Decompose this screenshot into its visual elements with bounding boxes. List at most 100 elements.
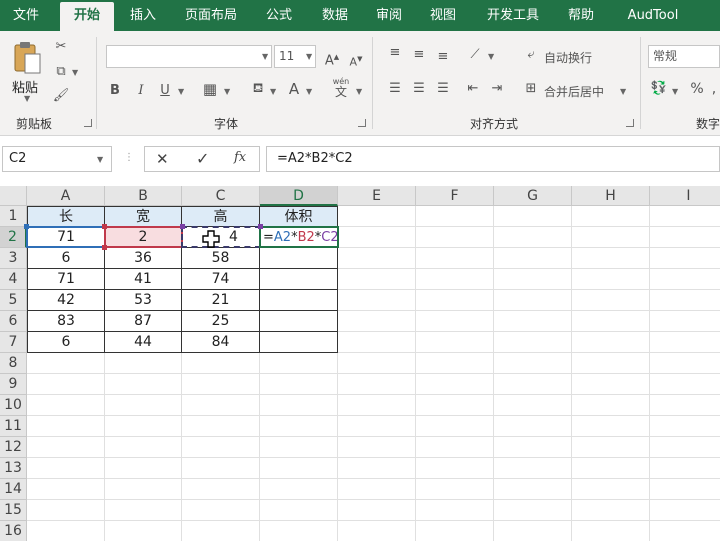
empty-cell[interactable] <box>105 500 182 521</box>
empty-cell[interactable] <box>182 374 260 395</box>
empty-cell[interactable] <box>260 479 338 500</box>
empty-cell[interactable] <box>572 311 650 332</box>
column-header-g[interactable]: G <box>494 186 572 206</box>
align-bottom-icon[interactable]: ≡ <box>434 49 452 65</box>
phonetic-dropdown-icon[interactable]: ▼ <box>356 87 362 96</box>
empty-cell[interactable] <box>494 500 572 521</box>
empty-cell[interactable] <box>338 374 416 395</box>
empty-cell[interactable] <box>572 395 650 416</box>
orientation-icon[interactable]: ⟋ <box>466 47 484 63</box>
empty-cell[interactable] <box>572 416 650 437</box>
empty-cell[interactable] <box>260 500 338 521</box>
column-header-d[interactable]: D <box>260 186 338 206</box>
empty-cell[interactable] <box>338 311 416 332</box>
column-header-b[interactable]: B <box>105 186 182 206</box>
bold-button[interactable]: B <box>108 83 122 99</box>
ref-handle[interactable] <box>102 245 107 250</box>
empty-cell[interactable] <box>416 458 494 479</box>
tab-insert[interactable]: 插入 <box>120 0 166 31</box>
copy-icon[interactable]: ⧉ <box>52 64 70 80</box>
underline-button[interactable]: U <box>158 83 172 99</box>
empty-cell[interactable] <box>494 269 572 290</box>
empty-cell[interactable] <box>260 521 338 541</box>
empty-cell[interactable] <box>572 269 650 290</box>
font-color-icon[interactable]: A <box>286 81 302 97</box>
align-right-icon[interactable]: ☰ <box>434 81 452 97</box>
empty-cell[interactable] <box>572 206 650 227</box>
cell-c7[interactable]: 84 <box>182 332 260 353</box>
empty-cell[interactable] <box>416 395 494 416</box>
empty-cell[interactable] <box>572 458 650 479</box>
empty-cell[interactable] <box>416 479 494 500</box>
empty-cell[interactable] <box>182 416 260 437</box>
empty-cell[interactable] <box>27 500 105 521</box>
empty-cell[interactable] <box>27 395 105 416</box>
row-header-10[interactable]: 10 <box>0 395 27 416</box>
row-header-4[interactable]: 4 <box>0 269 27 290</box>
empty-cell[interactable] <box>260 374 338 395</box>
row-header-15[interactable]: 15 <box>0 500 27 521</box>
cell-d6[interactable] <box>260 311 338 332</box>
column-header-e[interactable]: E <box>338 186 416 206</box>
empty-cell[interactable] <box>650 374 720 395</box>
clipboard-launcher-icon[interactable] <box>84 119 92 127</box>
empty-cell[interactable] <box>260 416 338 437</box>
increase-font-icon[interactable]: A▲ <box>322 49 342 69</box>
empty-cell[interactable] <box>650 206 720 227</box>
accounting-dropdown-icon[interactable]: ▼ <box>672 87 678 96</box>
cell-d3[interactable] <box>260 248 338 269</box>
empty-cell[interactable] <box>494 437 572 458</box>
merge-center-button[interactable]: 合并后居中 <box>544 83 604 100</box>
empty-cell[interactable] <box>572 227 650 248</box>
ref-handle[interactable] <box>24 224 29 229</box>
empty-cell[interactable] <box>650 458 720 479</box>
merge-dropdown-icon[interactable]: ▼ <box>620 87 626 96</box>
empty-cell[interactable] <box>650 521 720 541</box>
cell-a6[interactable]: 83 <box>27 311 105 332</box>
borders-dropdown-icon[interactable]: ▼ <box>224 87 230 96</box>
empty-cell[interactable] <box>182 521 260 541</box>
row-header-16[interactable]: 16 <box>0 521 27 541</box>
empty-cell[interactable] <box>260 395 338 416</box>
empty-cell[interactable] <box>416 206 494 227</box>
empty-cell[interactable] <box>182 479 260 500</box>
cell-c4[interactable]: 74 <box>182 269 260 290</box>
tab-audtool[interactable]: AudTool <box>614 0 692 31</box>
empty-cell[interactable] <box>27 353 105 374</box>
empty-cell[interactable] <box>416 437 494 458</box>
empty-cell[interactable] <box>416 269 494 290</box>
empty-cell[interactable] <box>416 374 494 395</box>
row-header-1[interactable]: 1 <box>0 206 27 227</box>
empty-cell[interactable] <box>338 332 416 353</box>
empty-cell[interactable] <box>650 479 720 500</box>
empty-cell[interactable] <box>494 248 572 269</box>
format-painter-icon[interactable]: 🖌 <box>52 88 70 104</box>
empty-cell[interactable] <box>650 353 720 374</box>
empty-cell[interactable] <box>572 248 650 269</box>
align-left-icon[interactable]: ☰ <box>386 81 404 97</box>
empty-cell[interactable] <box>416 500 494 521</box>
ref-handle[interactable] <box>180 224 185 229</box>
empty-cell[interactable] <box>338 458 416 479</box>
cell-d1[interactable]: 体积 <box>260 206 338 227</box>
row-header-11[interactable]: 11 <box>0 416 27 437</box>
number-format-select[interactable]: 常规 <box>648 45 720 68</box>
tab-home[interactable]: 开始 <box>60 2 114 31</box>
paste-icon[interactable] <box>12 41 42 75</box>
font-name-dropdown-icon[interactable]: ▼ <box>262 52 268 61</box>
font-size-dropdown-icon[interactable]: ▼ <box>306 52 312 61</box>
tab-page-layout[interactable]: 页面布局 <box>176 0 246 31</box>
comma-style-icon[interactable]: , <box>708 81 720 97</box>
column-header-c[interactable]: C <box>182 186 260 206</box>
row-header-9[interactable]: 9 <box>0 374 27 395</box>
alignment-launcher-icon[interactable] <box>626 119 634 127</box>
empty-cell[interactable] <box>105 353 182 374</box>
empty-cell[interactable] <box>182 458 260 479</box>
empty-cell[interactable] <box>416 248 494 269</box>
row-header-5[interactable]: 5 <box>0 290 27 311</box>
empty-cell[interactable] <box>494 311 572 332</box>
cell-a5[interactable]: 42 <box>27 290 105 311</box>
column-header-f[interactable]: F <box>416 186 494 206</box>
align-top-icon[interactable]: ≡ <box>386 45 404 61</box>
empty-cell[interactable] <box>494 374 572 395</box>
